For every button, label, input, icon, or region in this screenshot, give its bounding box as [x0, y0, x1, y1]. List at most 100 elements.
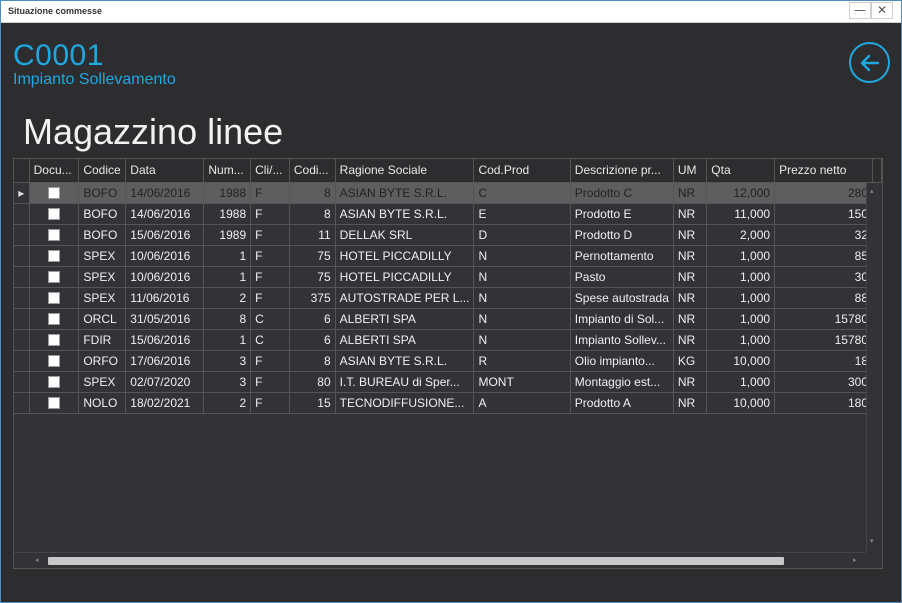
cell-qta[interactable]: 12,000 — [706, 182, 776, 204]
document-checkbox[interactable] — [47, 187, 60, 200]
cell-um[interactable]: NR — [673, 266, 708, 288]
cell-cli[interactable]: F — [250, 266, 290, 288]
column-header-codice-anagrafica[interactable]: Codi... — [289, 159, 336, 183]
cell-codprod[interactable]: D — [473, 224, 571, 246]
cell-um[interactable]: NR — [673, 224, 708, 246]
column-header-qta[interactable]: Qta — [706, 159, 776, 183]
cell-num[interactable]: 1988 — [203, 203, 252, 225]
scroll-up-icon[interactable]: ▴ — [870, 187, 874, 195]
cell-prezzo[interactable]: 150 — [774, 203, 873, 225]
cell-codi[interactable]: 8 — [289, 350, 336, 372]
document-checkbox[interactable] — [47, 334, 60, 347]
cell-cli[interactable]: C — [250, 308, 290, 330]
column-header-numero[interactable]: Num... — [203, 159, 252, 183]
vertical-scrollbar[interactable]: ▴ ▾ — [866, 183, 882, 552]
cell-codi[interactable]: 375 — [289, 287, 336, 309]
cell-data[interactable]: 14/06/2016 — [125, 203, 205, 225]
column-header-documento[interactable]: Docu... — [29, 159, 80, 183]
cell-um[interactable]: NR — [673, 392, 708, 414]
table-row[interactable]: BOFO 15/06/2016 1989 F 11 DELLAK SRL D Prodotto… — [14, 224, 882, 246]
back-button[interactable] — [849, 42, 890, 83]
scroll-right-icon[interactable]: ▸ — [853, 556, 857, 564]
cell-codice[interactable]: BOFO — [78, 224, 127, 246]
column-header-um[interactable]: UM — [673, 159, 708, 183]
minimize-button[interactable]: — — [849, 2, 871, 19]
cell-codi[interactable]: 6 — [289, 308, 336, 330]
cell-prezzo[interactable]: 15780 — [774, 308, 873, 330]
cell-descr[interactable]: Pasto — [570, 266, 674, 288]
scroll-down-icon[interactable]: ▾ — [870, 537, 874, 545]
cell-data[interactable]: 11/06/2016 — [125, 287, 205, 309]
cell-um[interactable]: NR — [673, 329, 708, 351]
cell-descr[interactable]: Spese autostrada — [570, 287, 674, 309]
table-row[interactable]: NOLO 18/02/2021 2 F 15 TECNODIFFUSIONE... A Pro… — [14, 392, 882, 414]
cell-ragione[interactable]: AUTOSTRADE PER L... — [335, 287, 475, 309]
cell-codice[interactable]: SPEX — [78, 245, 127, 267]
cell-num[interactable]: 1988 — [203, 182, 252, 204]
column-header-descrizione-prodotto[interactable]: Descrizione pr... — [570, 159, 674, 183]
table-row[interactable]: ORCL 31/05/2016 8 C 6 ALBERTI SPA N Impianto di… — [14, 308, 882, 330]
cell-descr[interactable]: Prodotto D — [570, 224, 674, 246]
column-header-codice[interactable]: Codice — [78, 159, 127, 183]
cell-descr[interactable]: Impianto di Sol... — [570, 308, 674, 330]
table-row[interactable]: SPEX 10/06/2016 1 F 75 HOTEL PICCADILLY N Pasto… — [14, 266, 882, 288]
cell-qta[interactable]: 1,000 — [706, 287, 776, 309]
document-checkbox[interactable] — [47, 355, 60, 368]
horizontal-scroll-thumb[interactable] — [48, 557, 784, 565]
cell-cli[interactable]: F — [250, 392, 290, 414]
cell-ragione[interactable]: TECNODIFFUSIONE... — [335, 392, 475, 414]
cell-codice[interactable]: ORFO — [78, 350, 127, 372]
cell-codi[interactable]: 80 — [289, 371, 336, 393]
cell-num[interactable]: 1 — [203, 245, 252, 267]
cell-ragione[interactable]: ASIAN BYTE S.R.L. — [335, 350, 475, 372]
row-indicator[interactable] — [14, 266, 30, 288]
cell-descr[interactable]: Montaggio est... — [570, 371, 674, 393]
cell-ragione[interactable]: HOTEL PICCADILLY — [335, 245, 475, 267]
cell-ragione[interactable]: ALBERTI SPA — [335, 329, 475, 351]
cell-codice[interactable]: BOFO — [78, 203, 127, 225]
table-row[interactable]: BOFO 14/06/2016 1988 F 8 ASIAN BYTE S.R.L. E Pr… — [14, 203, 882, 225]
cell-data[interactable]: 14/06/2016 — [125, 182, 205, 204]
row-indicator[interactable]: ▸ — [14, 182, 30, 204]
table-row[interactable]: ▸ BOFO 14/06/2016 1988 F 8 ASIAN BYTE S.R.L. C P… — [14, 182, 882, 204]
cell-um[interactable]: KG — [673, 350, 708, 372]
cell-ragione[interactable]: DELLAK SRL — [335, 224, 475, 246]
cell-codice[interactable]: ORCL — [78, 308, 127, 330]
cell-um[interactable]: NR — [673, 371, 708, 393]
column-header-ragione-sociale[interactable]: Ragione Sociale — [335, 159, 475, 183]
cell-descr[interactable]: Prodotto E — [570, 203, 674, 225]
cell-descr[interactable]: Prodotto A — [570, 392, 674, 414]
document-checkbox[interactable] — [47, 376, 60, 389]
cell-qta[interactable]: 10,000 — [706, 392, 776, 414]
cell-num[interactable]: 3 — [203, 371, 252, 393]
cell-prezzo[interactable]: 15780 — [774, 329, 873, 351]
cell-codprod[interactable]: N — [473, 308, 571, 330]
cell-codi[interactable]: 8 — [289, 203, 336, 225]
row-indicator[interactable] — [14, 308, 30, 330]
cell-qta[interactable]: 2,000 — [706, 224, 776, 246]
document-checkbox[interactable] — [47, 292, 60, 305]
cell-codice[interactable]: BOFO — [78, 182, 127, 204]
cell-codi[interactable]: 11 — [289, 224, 336, 246]
cell-prezzo[interactable]: 180 — [774, 392, 873, 414]
cell-descr[interactable]: Pernottamento — [570, 245, 674, 267]
cell-num[interactable]: 8 — [203, 308, 252, 330]
document-checkbox[interactable] — [47, 313, 60, 326]
table-row[interactable]: ORFO 17/06/2016 3 F 8 ASIAN BYTE S.R.L. R Olio … — [14, 350, 882, 372]
cell-um[interactable]: NR — [673, 245, 708, 267]
cell-ragione[interactable]: ASIAN BYTE S.R.L. — [335, 182, 475, 204]
cell-codprod[interactable]: A — [473, 392, 571, 414]
cell-ragione[interactable]: ALBERTI SPA — [335, 308, 475, 330]
cell-data[interactable]: 17/06/2016 — [125, 350, 205, 372]
table-row[interactable]: SPEX 11/06/2016 2 F 375 AUTOSTRADE PER L... N S… — [14, 287, 882, 309]
cell-codprod[interactable]: C — [473, 182, 571, 204]
cell-um[interactable]: NR — [673, 287, 708, 309]
cell-um[interactable]: NR — [673, 308, 708, 330]
cell-qta[interactable]: 10,000 — [706, 350, 776, 372]
cell-qta[interactable]: 1,000 — [706, 266, 776, 288]
cell-descr[interactable]: Impianto Sollev... — [570, 329, 674, 351]
cell-data[interactable]: 10/06/2016 — [125, 245, 205, 267]
row-indicator[interactable] — [14, 350, 30, 372]
cell-codprod[interactable]: MONT — [473, 371, 571, 393]
close-button[interactable]: ✕ — [871, 2, 893, 19]
